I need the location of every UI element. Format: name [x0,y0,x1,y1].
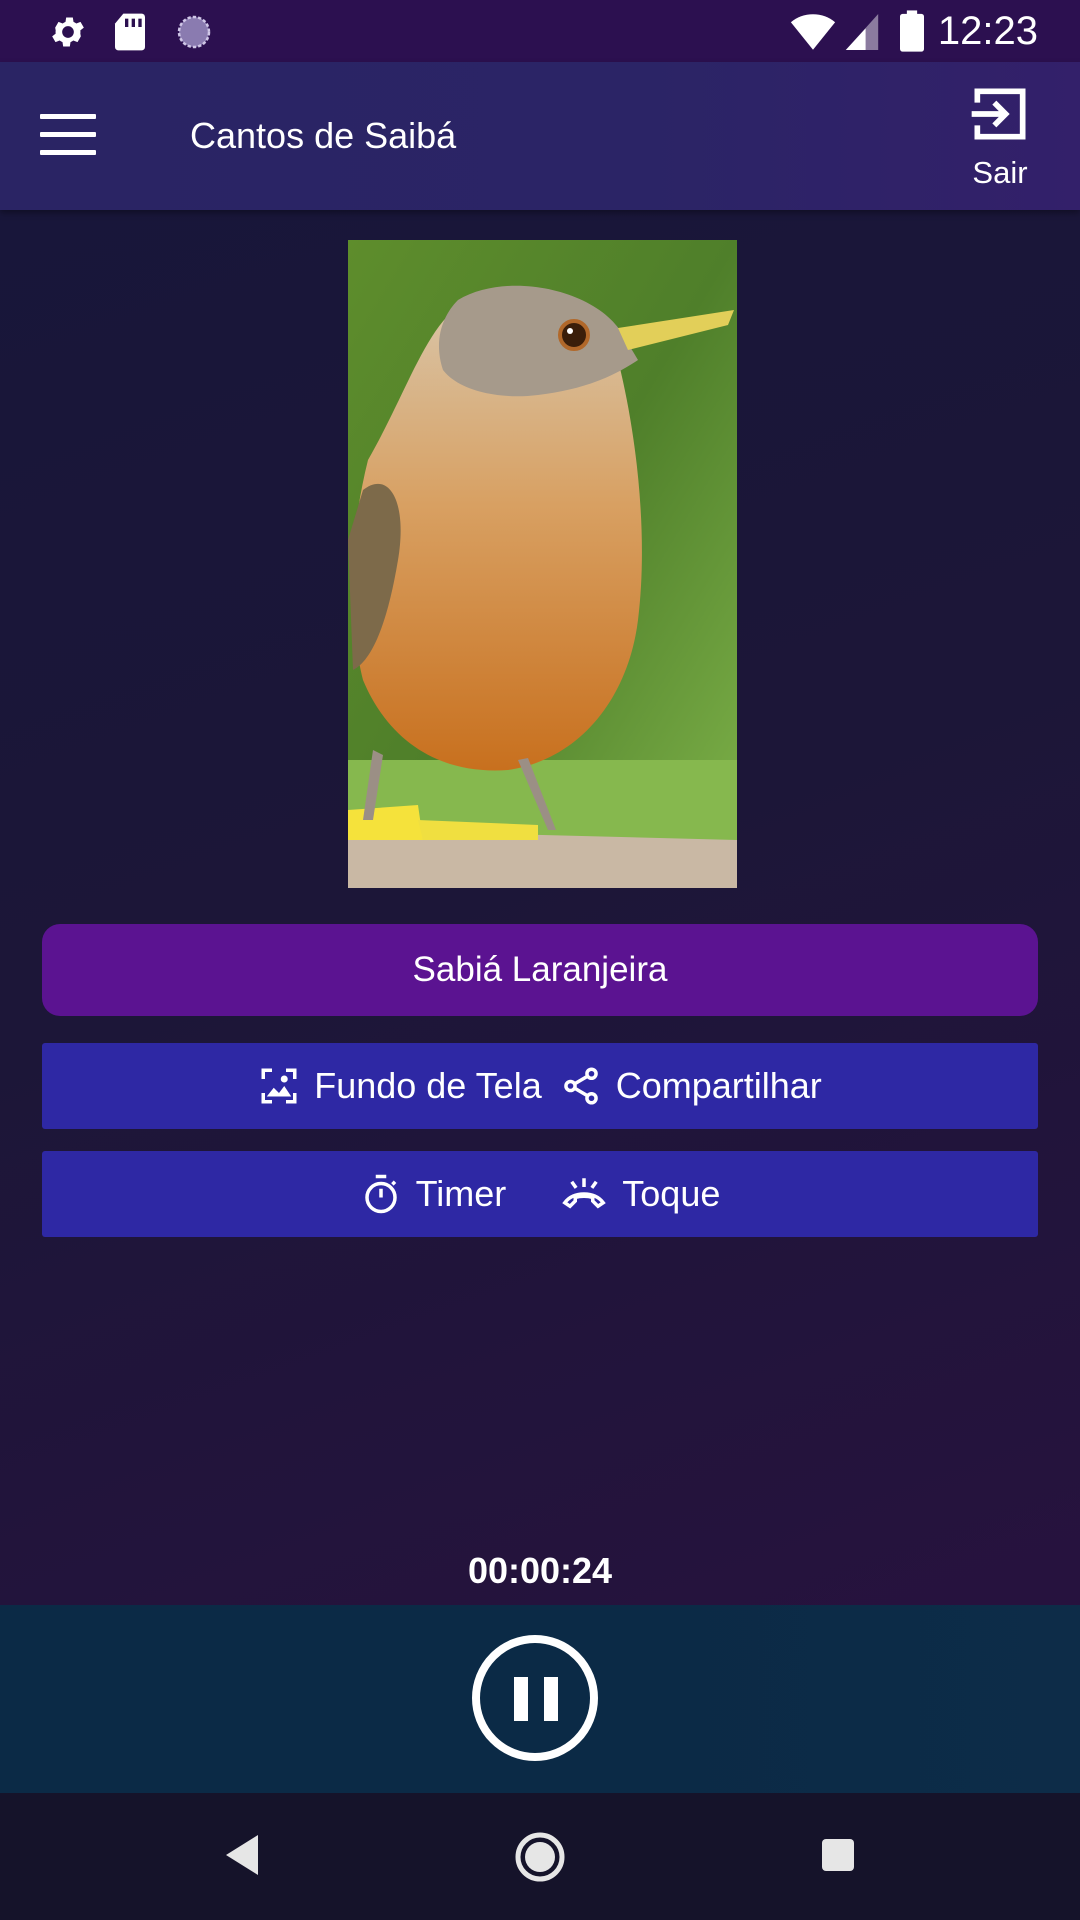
hamburger-line [40,150,96,155]
recent-apps-icon[interactable] [820,1837,856,1873]
pause-icon [514,1677,528,1721]
share-label: Compartilhar [615,1065,822,1106]
timer-button[interactable]: Timer [360,1173,507,1215]
battery-icon [900,10,924,52]
elapsed-time: 00:00:24 [467,1550,613,1591]
app-bar: Cantos de Saibá Sair [0,62,1080,210]
pause-button[interactable] [472,1635,598,1761]
page-title: Cantos de Saibá [190,115,457,156]
share-icon [563,1067,598,1105]
ringtone-label: Toque [622,1173,721,1214]
ringtone-button[interactable]: Toque [560,1173,720,1215]
hamburger-line [40,132,96,137]
exit-icon [971,88,1026,140]
wifi-icon [790,14,836,50]
signal-icon [845,14,879,50]
clock: 12:23 [937,9,1038,53]
home-icon[interactable] [514,1831,566,1883]
menu-button[interactable] [40,114,96,158]
share-button[interactable]: Compartilhar [560,1065,822,1107]
player-bar [0,1605,1080,1793]
exit-button[interactable]: Sair [950,80,1050,202]
timer-label: Timer [415,1173,507,1214]
system-nav-bar [0,1793,1080,1920]
action-row-1: Fundo de Tela Compartilhar [42,1043,1038,1129]
status-bar: 12:23 [0,0,1080,62]
pause-icon-bar [544,1677,558,1721]
wallpaper-icon [261,1068,297,1104]
wallpaper-button[interactable]: Fundo de Tela [258,1065,542,1107]
action-row-2: Timer Toque [42,1151,1038,1237]
ringtone-icon [562,1178,607,1209]
loading-circle-icon [177,15,211,49]
gear-icon [52,17,84,47]
back-icon[interactable] [222,1833,262,1877]
exit-label: Sair [972,155,1028,190]
bird-name-button[interactable]: Sabiá Laranjeira [42,924,1038,1016]
hamburger-icon [40,114,96,119]
wallpaper-label: Fundo de Tela [314,1065,542,1106]
bird-photo [348,240,737,888]
stopwatch-icon [364,1174,397,1214]
sd-card-icon [115,13,145,51]
